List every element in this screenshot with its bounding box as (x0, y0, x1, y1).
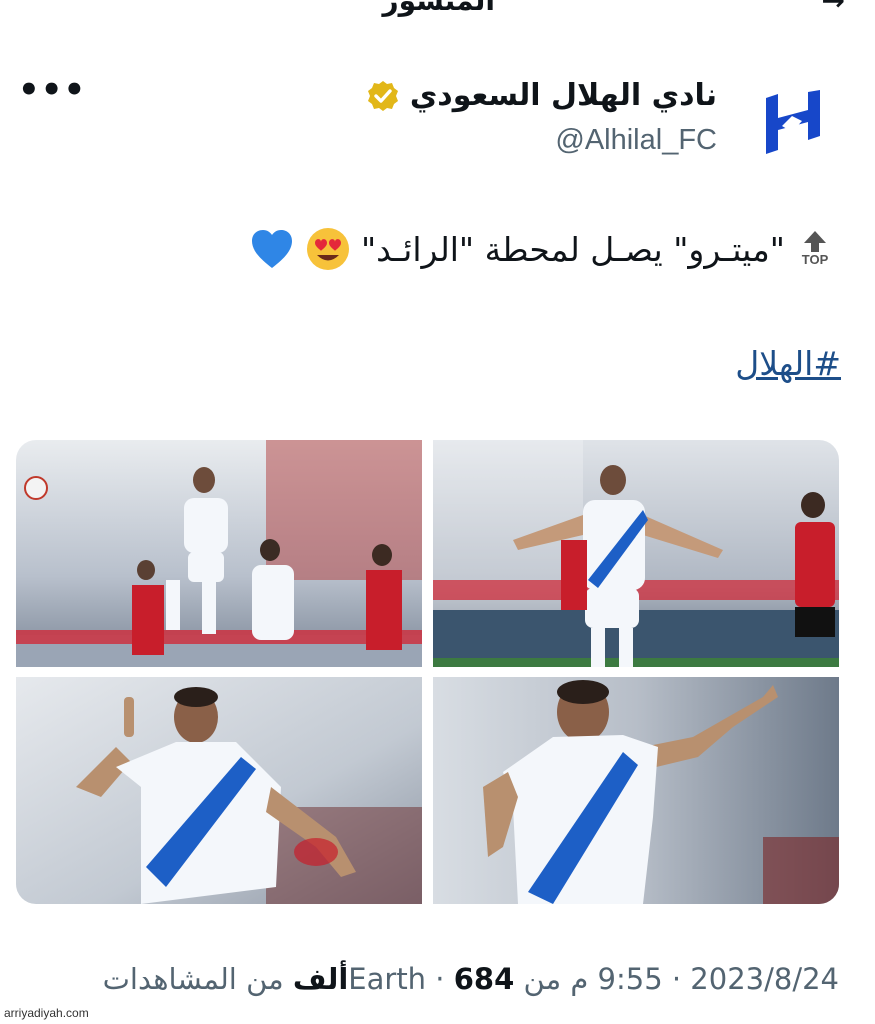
author-handle[interactable]: @Alhilal_FC (555, 124, 717, 157)
page-title: المنشور (382, 0, 495, 17)
tweet-body: "ميتـرو" يصـل لمحطة "الرائـد" (360, 229, 785, 269)
blue-heart-emoji-icon (251, 230, 292, 268)
watermark: arriyadiyah.com (4, 1006, 89, 1020)
tweet-date[interactable]: 2023/8/24 (690, 962, 839, 996)
tweet-photo-3[interactable] (16, 677, 422, 904)
tweet-meta: 2023/8/24 · 9:55 م من Earth · 684ألف من … (103, 962, 839, 996)
tweet-header: نادي الهلال السعودي @Alhilal_FC ••• (0, 72, 875, 172)
author-name-row: نادي الهلال السعودي (366, 78, 717, 113)
alhilal-logo-icon (766, 90, 820, 154)
tweet-time[interactable]: 9:55 م (570, 962, 662, 996)
tweet-photo-2[interactable] (433, 440, 839, 667)
meta-separator: · (435, 962, 445, 996)
top-bar: المنشور → (0, 0, 875, 17)
arrow-right-icon[interactable]: → (822, 0, 845, 17)
tweet-photo-4[interactable] (433, 677, 839, 904)
tweet-photo-1[interactable] (16, 440, 422, 667)
media-grid (16, 440, 839, 904)
top-arrow-icon: TOP (795, 231, 835, 267)
avatar[interactable] (751, 80, 835, 164)
tweet-text-row: TOP "ميتـرو" يصـل لمحطة "الرائـد" (249, 226, 835, 272)
more-options-icon[interactable]: ••• (18, 73, 86, 107)
meta-separator: · (671, 962, 682, 996)
hashtag-link[interactable]: #الهلال (735, 344, 841, 383)
views-count: 684 (453, 962, 515, 996)
views-label: من المشاهدات (102, 962, 284, 996)
views-unit: ألف (292, 962, 349, 996)
verified-badge-icon (367, 80, 398, 111)
heart-eyes-emoji-icon (306, 228, 349, 270)
author-display-name[interactable]: نادي الهلال السعودي (410, 78, 717, 113)
top-label: TOP (801, 252, 829, 267)
